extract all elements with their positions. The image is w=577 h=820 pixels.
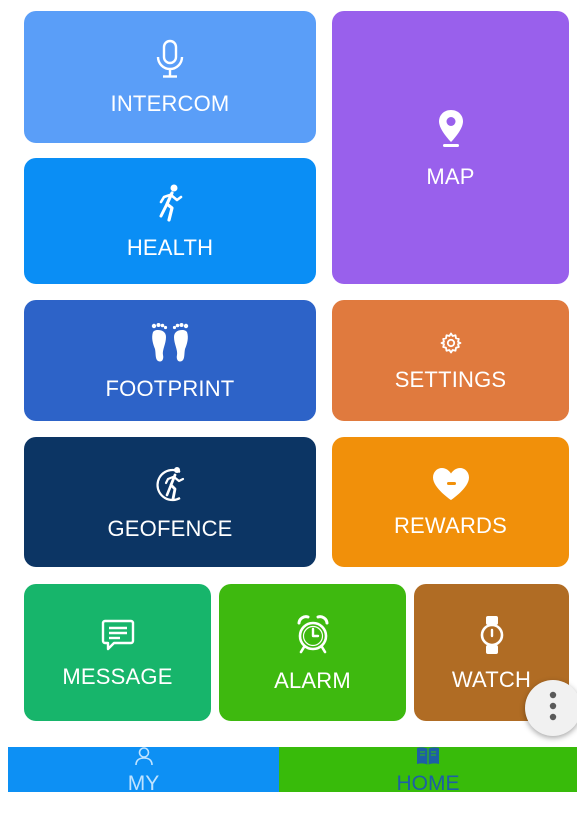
map-pin-icon [436, 108, 466, 148]
rewards-tile[interactable]: REWARDS [332, 437, 569, 567]
runner-icon [155, 183, 185, 223]
nav-tab-home[interactable]: HOME [279, 746, 577, 795]
footprint-label: FOOTPRINT [105, 375, 235, 401]
footprints-icon [148, 322, 192, 364]
chat-bubble-icon [101, 618, 135, 652]
bottom-navigation: MY HOME [8, 746, 577, 795]
geofence-label: GEOFENCE [107, 516, 233, 541]
health-label: HEALTH [126, 235, 214, 260]
message-label: MESSAGE [62, 663, 173, 689]
map-label: MAP [426, 163, 475, 189]
intercom-tile[interactable]: INTERCOM [24, 11, 316, 143]
geofence-tile[interactable]: GEOFENCE [24, 437, 316, 567]
microphone-icon [153, 39, 187, 79]
person-icon [134, 746, 154, 771]
footprint-tile[interactable]: FOOTPRINT [24, 300, 316, 421]
heart-icon [431, 467, 471, 501]
nav-tab-home-label: HOME [396, 771, 460, 795]
watch-icon [479, 615, 505, 655]
more-options-button[interactable] [525, 680, 577, 736]
alarm-label: ALARM [274, 667, 351, 693]
health-tile[interactable]: HEALTH [24, 158, 316, 284]
map-tile[interactable]: MAP [332, 11, 569, 284]
intercom-label: INTERCOM [110, 91, 230, 116]
alarm-tile[interactable]: ALARM [219, 584, 406, 721]
watch-label: WATCH [451, 666, 532, 692]
message-tile[interactable]: MESSAGE [24, 584, 211, 721]
settings-tile[interactable]: SETTINGS [332, 300, 569, 421]
rewards-label: REWARDS [393, 513, 508, 538]
geofence-runner-icon [150, 464, 190, 504]
alarm-clock-icon [295, 614, 331, 656]
book-icon [416, 746, 440, 771]
settings-label: SETTINGS [394, 366, 507, 392]
nav-tab-my[interactable]: MY [8, 746, 279, 795]
more-vertical-icon [548, 691, 558, 726]
gear-icon [439, 331, 463, 355]
nav-tab-my-label: MY [127, 771, 160, 795]
